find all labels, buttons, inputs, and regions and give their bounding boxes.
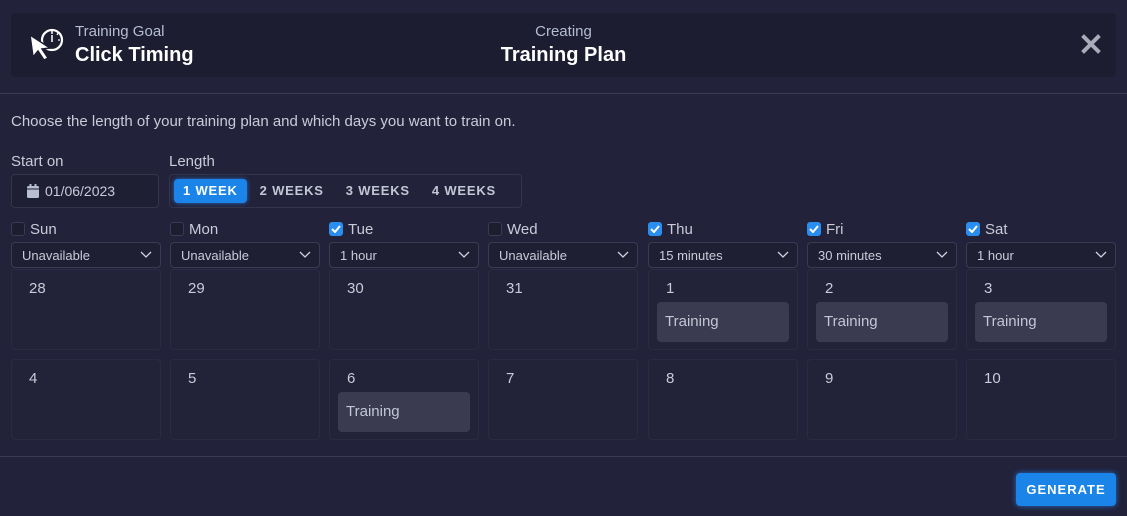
day-checkbox[interactable] xyxy=(488,222,502,236)
day-column-sat: Sat 1 hour xyxy=(966,220,1116,268)
checkmark-icon xyxy=(331,225,341,233)
day-name: Sun xyxy=(30,220,57,238)
duration-select[interactable]: Unavailable xyxy=(488,242,638,268)
calendar-day-cell[interactable]: 1 Training xyxy=(648,269,798,350)
duration-select[interactable]: 15 minutes xyxy=(648,242,798,268)
duration-value: Unavailable xyxy=(22,247,90,263)
modal-header: Training Goal Click Timing Creating Trai… xyxy=(11,13,1116,77)
calendar-day-cell[interactable]: 28 xyxy=(11,269,161,350)
day-name: Mon xyxy=(189,220,219,238)
chevron-down-icon xyxy=(140,251,152,258)
day-column-mon: Mon Unavailable xyxy=(170,220,320,268)
calendar-day-cell[interactable]: 8 xyxy=(648,359,798,440)
calendar-day-cell[interactable]: 9 xyxy=(807,359,957,440)
day-number: 9 xyxy=(825,370,834,387)
training-event[interactable]: Training xyxy=(657,302,789,342)
start-date-input[interactable]: 01/06/2023 xyxy=(11,174,159,208)
calendar-day-cell[interactable]: 30 xyxy=(329,269,479,350)
checkmark-icon xyxy=(650,225,660,233)
footer-divider xyxy=(0,456,1127,457)
duration-value: 1 hour xyxy=(977,247,1014,263)
day-number: 28 xyxy=(29,280,46,297)
length-option-1-week[interactable]: 1 WEEK xyxy=(174,179,247,203)
chevron-down-icon xyxy=(299,251,311,258)
day-number: 4 xyxy=(29,370,38,387)
calendar-day-cell[interactable]: 3 Training xyxy=(966,269,1116,350)
chevron-down-icon xyxy=(617,251,629,258)
day-number: 30 xyxy=(347,280,364,297)
day-column-fri: Fri 30 minutes xyxy=(807,220,957,268)
length-option-2-weeks[interactable]: 2 WEEKS xyxy=(251,179,333,203)
calendar-day-cell[interactable]: 6 Training xyxy=(329,359,479,440)
calendar-day-cell[interactable]: 10 xyxy=(966,359,1116,440)
day-number: 29 xyxy=(188,280,205,297)
generate-button[interactable]: GENERATE xyxy=(1016,473,1116,506)
start-date-value: 01/06/2023 xyxy=(45,183,116,199)
modal-title: Training Plan xyxy=(500,44,627,66)
duration-value: Unavailable xyxy=(181,247,249,263)
duration-value: 30 minutes xyxy=(818,247,882,263)
calendar-day-cell[interactable]: 29 xyxy=(170,269,320,350)
duration-select[interactable]: 1 hour xyxy=(329,242,479,268)
training-event[interactable]: Training xyxy=(338,392,470,432)
close-icon[interactable] xyxy=(1080,33,1102,55)
duration-select[interactable]: Unavailable xyxy=(11,242,161,268)
duration-value: Unavailable xyxy=(499,247,567,263)
day-column-sun: Sun Unavailable xyxy=(11,220,161,268)
duration-value: 15 minutes xyxy=(659,247,723,263)
chevron-down-icon xyxy=(777,251,789,258)
length-option-3-weeks[interactable]: 3 WEEKS xyxy=(337,179,419,203)
day-checkbox[interactable] xyxy=(807,222,821,236)
day-checkbox[interactable] xyxy=(170,222,184,236)
day-checkbox[interactable] xyxy=(11,222,25,236)
day-name: Sat xyxy=(985,220,1008,238)
training-event[interactable]: Training xyxy=(816,302,948,342)
start-on-label: Start on xyxy=(11,153,64,170)
length-selector: 1 WEEK 2 WEEKS 3 WEEKS 4 WEEKS xyxy=(169,174,522,208)
instructions-text: Choose the length of your training plan … xyxy=(11,113,516,130)
day-number: 5 xyxy=(188,370,197,387)
calendar-day-cell[interactable]: 31 xyxy=(488,269,638,350)
day-column-tue: Tue 1 hour xyxy=(329,220,479,268)
calendar-day-cell[interactable]: 5 xyxy=(170,359,320,440)
day-checkbox[interactable] xyxy=(648,222,662,236)
header-divider xyxy=(0,93,1127,94)
day-number: 31 xyxy=(506,280,523,297)
day-number: 3 xyxy=(984,280,993,297)
day-number: 2 xyxy=(825,280,834,297)
checkmark-icon xyxy=(968,225,978,233)
length-option-4-weeks[interactable]: 4 WEEKS xyxy=(423,179,505,203)
day-number: 6 xyxy=(347,370,356,387)
chevron-down-icon xyxy=(936,251,948,258)
modal-subtitle: Creating xyxy=(535,23,592,40)
duration-select[interactable]: 30 minutes xyxy=(807,242,957,268)
day-name: Wed xyxy=(507,220,538,238)
day-checkbox[interactable] xyxy=(966,222,980,236)
checkmark-icon xyxy=(809,225,819,233)
duration-value: 1 hour xyxy=(340,247,377,263)
duration-select[interactable]: Unavailable xyxy=(170,242,320,268)
length-label: Length xyxy=(169,153,215,170)
calendar-icon xyxy=(27,184,39,198)
calendar-day-cell[interactable]: 4 xyxy=(11,359,161,440)
day-column-wed: Wed Unavailable xyxy=(488,220,638,268)
day-checkbox[interactable] xyxy=(329,222,343,236)
day-column-thu: Thu 15 minutes xyxy=(648,220,798,268)
day-name: Thu xyxy=(667,220,693,238)
calendar-day-cell[interactable]: 2 Training xyxy=(807,269,957,350)
day-name: Fri xyxy=(826,220,844,238)
chevron-down-icon xyxy=(1095,251,1107,258)
training-event[interactable]: Training xyxy=(975,302,1107,342)
day-name: Tue xyxy=(348,220,374,238)
duration-select[interactable]: 1 hour xyxy=(966,242,1116,268)
day-number: 8 xyxy=(666,370,675,387)
chevron-down-icon xyxy=(458,251,470,258)
day-number: 10 xyxy=(984,370,1001,387)
calendar-day-cell[interactable]: 7 xyxy=(488,359,638,440)
day-number: 7 xyxy=(506,370,515,387)
day-number: 1 xyxy=(666,280,675,297)
